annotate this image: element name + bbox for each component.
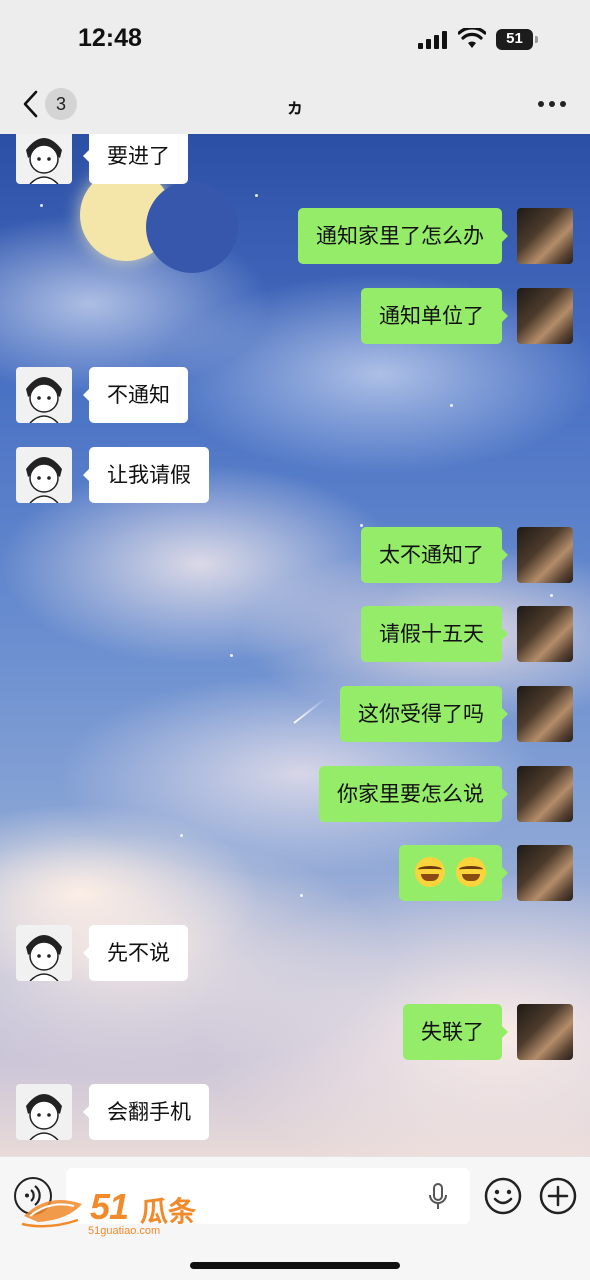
laughing-crying-emoji-icon [415, 857, 446, 887]
battery-icon: 51 [496, 29, 538, 50]
message-row: 太不通知了 [0, 527, 590, 583]
battery-level: 51 [506, 30, 523, 47]
status-bar: 12:48 51 [0, 0, 590, 76]
message-bubble-outgoing[interactable]: 你家里要怎么说 [319, 766, 508, 822]
contact-avatar[interactable] [16, 447, 72, 503]
contact-avatar[interactable] [16, 1084, 72, 1140]
message-bubble-incoming[interactable]: 先不说 [83, 925, 188, 981]
cellular-signal-icon [418, 31, 448, 49]
watermark-logo-icon [21, 1200, 82, 1228]
watermark-url: 51guatiao.com [88, 1225, 161, 1237]
emoji-button[interactable] [484, 1177, 522, 1215]
message-row [0, 845, 590, 901]
message-row: 通知单位了 [0, 288, 590, 344]
chat-title: ヵ [286, 97, 304, 118]
message-bubble-incoming[interactable]: 让我请假 [83, 447, 209, 503]
chat-header: 3 ヵ [0, 76, 590, 134]
message-row: 请假十五天 [0, 606, 590, 662]
my-avatar[interactable] [517, 845, 573, 901]
message-bubble-outgoing[interactable]: 通知家里了怎么办 [298, 208, 508, 264]
contact-avatar[interactable] [16, 367, 72, 423]
contact-avatar[interactable] [16, 134, 72, 184]
my-avatar[interactable] [517, 686, 573, 742]
message-bubble-incoming[interactable]: 要进了 [83, 134, 188, 184]
message-bubble-outgoing[interactable]: 失联了 [403, 1004, 508, 1060]
message-bubble-outgoing[interactable]: 通知单位了 [361, 288, 508, 344]
message-row: 会翻手机 [0, 1084, 590, 1140]
message-row: 不通知 [0, 367, 590, 423]
message-bubble-outgoing-emoji[interactable] [399, 845, 508, 901]
message-row: 你家里要怎么说 [0, 766, 590, 822]
site-watermark: 51 瓜条 51guatiao.com [18, 1186, 208, 1240]
message-bubble-outgoing[interactable]: 太不通知了 [361, 527, 508, 583]
my-avatar[interactable] [517, 208, 573, 264]
message-bubble-incoming[interactable]: 不通知 [83, 367, 188, 423]
message-row: 这你受得了吗 [0, 686, 590, 742]
message-bubble-outgoing[interactable]: 这你受得了吗 [340, 686, 508, 742]
message-row: 通知家里了怎么办 [0, 208, 590, 264]
watermark-number: 51 [90, 1186, 129, 1227]
message-row: 失联了 [0, 1004, 590, 1060]
microphone-icon[interactable] [427, 1183, 449, 1211]
my-avatar[interactable] [517, 288, 573, 344]
unread-count-badge: 3 [45, 88, 77, 120]
more-functions-plus-button[interactable] [539, 1177, 577, 1215]
message-bubble-outgoing[interactable]: 请假十五天 [361, 606, 508, 662]
more-options-button[interactable] [538, 94, 566, 114]
watermark-brand: 瓜条 [140, 1195, 197, 1228]
chat-message-list[interactable]: 要进了 通知家里了怎么办 通知单位了 不通知 让我请假 太不通知了 请假十五天 … [0, 134, 590, 1156]
my-avatar[interactable] [517, 606, 573, 662]
contact-avatar[interactable] [16, 925, 72, 981]
message-row: 让我请假 [0, 447, 590, 503]
wifi-icon [458, 28, 486, 48]
chevron-left-icon [23, 90, 38, 118]
status-time: 12:48 [78, 24, 142, 52]
my-avatar[interactable] [517, 527, 573, 583]
my-avatar[interactable] [517, 766, 573, 822]
message-bubble-incoming[interactable]: 会翻手机 [83, 1084, 209, 1140]
message-row: 先不说 [0, 925, 590, 981]
my-avatar[interactable] [517, 1004, 573, 1060]
laughing-crying-emoji-icon [456, 857, 486, 887]
message-row: 要进了 [0, 134, 590, 184]
back-button[interactable]: 3 [16, 86, 82, 122]
home-indicator[interactable] [190, 1262, 400, 1269]
